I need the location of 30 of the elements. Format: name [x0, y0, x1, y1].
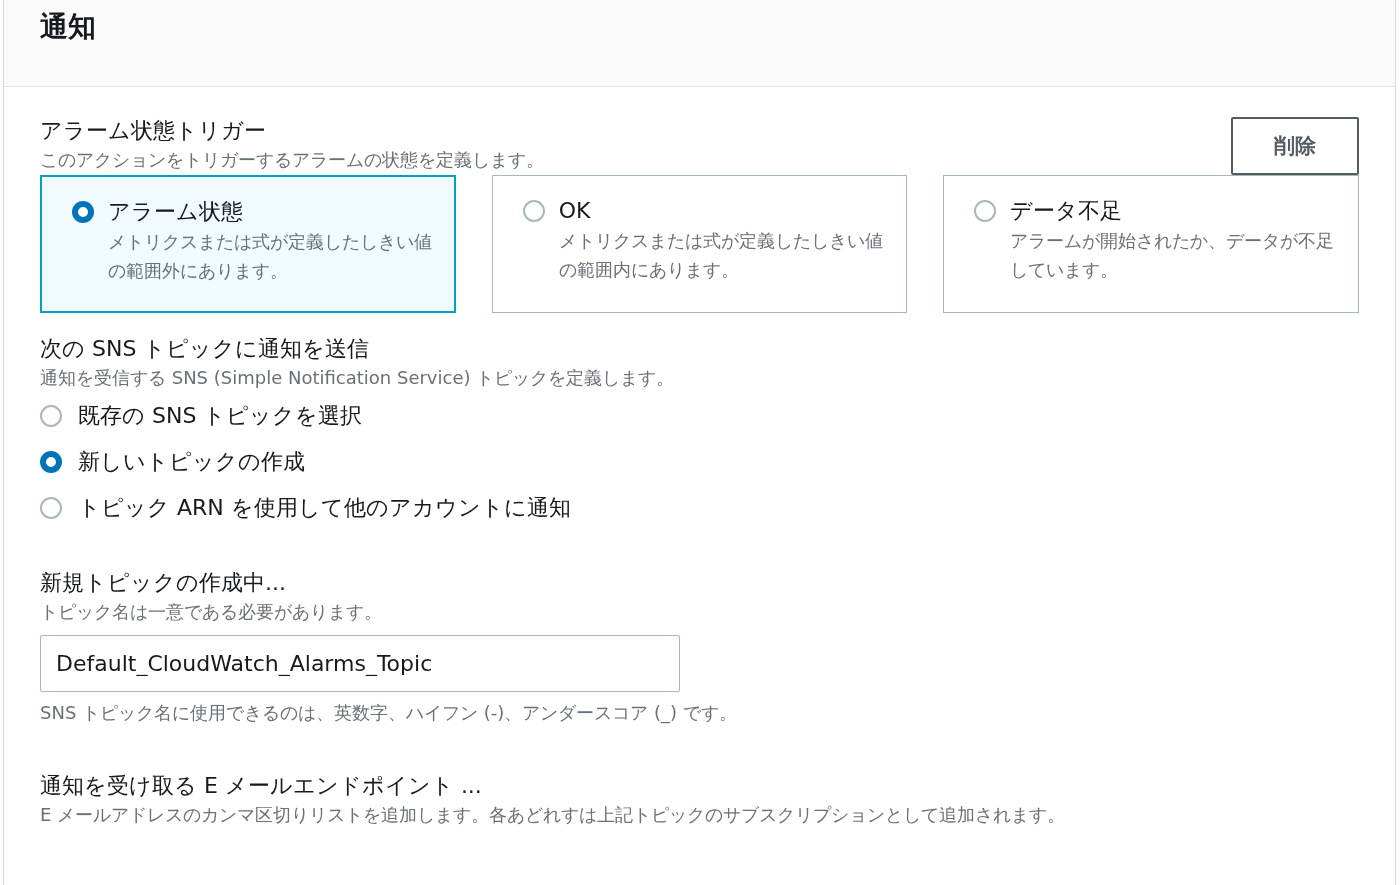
radio-button[interactable]	[974, 200, 997, 222]
field-hint: SNS トピック名に使用できるのは、英数字、ハイフン (-)、アンダースコア (_) です。	[40, 701, 738, 726]
field-description: 通知を受信する SNS (Simple Notification Service) トピックを定義します。	[40, 366, 676, 390]
field-description: このアクションをトリガーするアラームの状態を定義します。	[40, 148, 544, 172]
radio-button[interactable]	[40, 405, 62, 427]
field-label: アラーム状態トリガー	[40, 117, 267, 145]
radio-label[interactable]: 新しいトピックの作成	[78, 447, 305, 477]
field-label: 新規トピックの作成中...	[40, 569, 287, 597]
radio-label[interactable]: トピック ARN を使用して他のアカウントに通知	[78, 493, 571, 523]
option-title: アラーム状態	[108, 198, 244, 226]
option-description: メトリクスまたは式が定義したしきい値の範囲内にあります。	[558, 229, 884, 282]
radio-button[interactable]	[40, 451, 62, 473]
option-description: アラームが開始されたか、データが不足しています。	[1010, 229, 1336, 282]
state-option-card[interactable]: データ不足 アラームが開始されたか、データが不足しています。	[943, 175, 1359, 313]
option-description: メトリクスまたは式が定義したしきい値の範囲外にあります。	[108, 230, 433, 283]
delete-button[interactable]: 削除	[1231, 117, 1359, 175]
field-description: E メールアドレスのカンマ区切りリストを追加します。各あどれすは上記トピックのサブスクリプションとして追加されます。	[40, 803, 1067, 827]
option-title: OK	[558, 197, 592, 225]
topic-name-field[interactable]: Default_CloudWatch_Alarms_Topic	[40, 635, 680, 692]
state-option-card[interactable]: アラーム状態 メトリクスまたは式が定義したしきい値の範囲外にあります。	[40, 175, 456, 313]
field-label: 次の SNS トピックに通知を送信	[40, 335, 371, 363]
radio-button[interactable]	[522, 200, 545, 222]
panel-title: 通知	[40, 9, 97, 45]
radio-button[interactable]	[72, 201, 94, 223]
option-title: データ不足	[1010, 197, 1124, 225]
radio-label[interactable]: 既存の SNS トピックを選択	[78, 401, 363, 431]
field-label: 通知を受け取る E メールエンドポイント ...	[40, 772, 483, 800]
field-description: トピック名は一意である必要があります。	[40, 600, 383, 624]
state-option-card[interactable]: OK メトリクスまたは式が定義したしきい値の範囲内にあります。	[491, 175, 908, 313]
radio-button[interactable]	[40, 497, 62, 519]
